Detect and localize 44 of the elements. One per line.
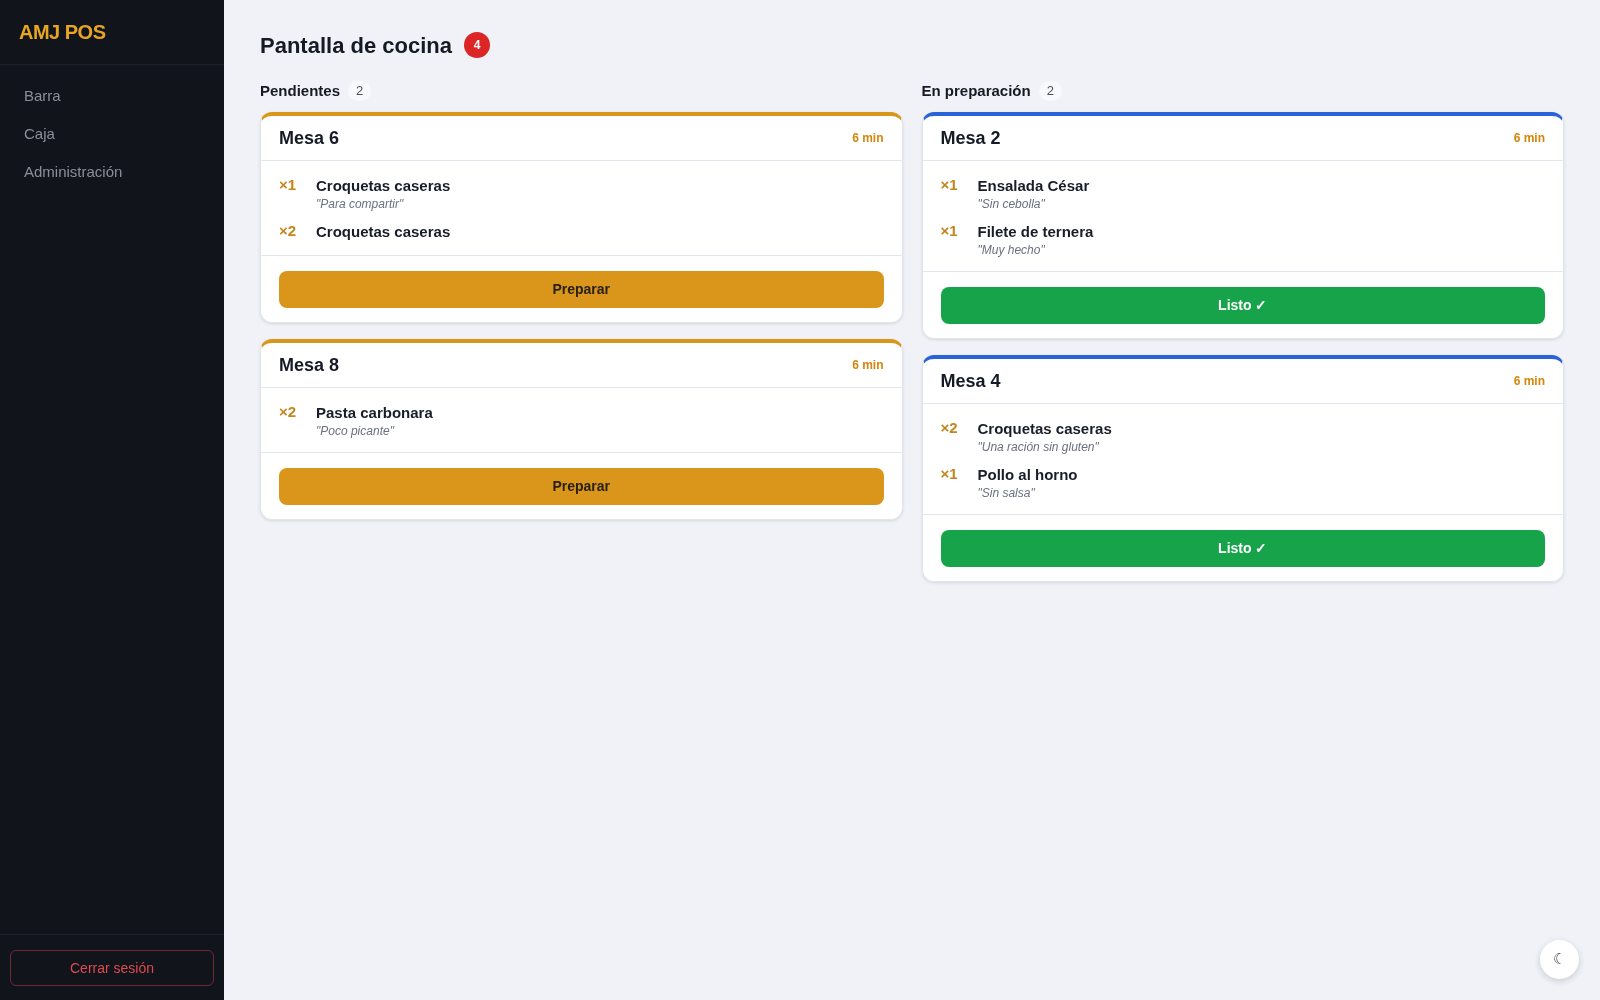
item-quantity: ×2 — [940, 419, 959, 437]
item-note: "Para compartir" — [316, 196, 405, 212]
column-title: Pendientes — [260, 80, 341, 101]
count-badge: 4 — [463, 32, 490, 58]
elapsed-time: 6 min — [1513, 373, 1545, 390]
nav-link[interactable]: Administración — [0, 153, 147, 191]
item-quantity: ×1 — [940, 465, 959, 483]
column-count: 2 — [348, 81, 372, 101]
nav-link[interactable]: Caja — [0, 115, 79, 153]
item-quantity: ×2 — [279, 403, 298, 421]
logout-button[interactable]: Cerrar sesión — [10, 950, 214, 986]
table-name: Mesa 4 — [940, 369, 1001, 393]
item-name: Pollo al horno — [977, 465, 1078, 485]
item-name: Croquetas caseras — [316, 222, 451, 242]
page-title: Pantalla de cocina — [260, 31, 452, 60]
action-button[interactable]: Listo ✓ — [940, 530, 1545, 567]
column-title: En preparación — [921, 80, 1031, 101]
nav-link[interactable]: Barra — [0, 77, 85, 115]
elapsed-time: 6 min — [852, 130, 884, 147]
action-button[interactable]: Preparar — [279, 271, 884, 308]
item-note: "Poco picante" — [316, 423, 396, 439]
item-name: Filete de ternera — [977, 222, 1094, 242]
item-quantity: ×1 — [279, 176, 298, 194]
item-quantity: ×1 — [940, 222, 959, 240]
item-note: "Muy hecho" — [977, 242, 1046, 258]
item-quantity: ×2 — [279, 222, 298, 240]
table-name: Mesa 6 — [279, 126, 340, 150]
action-button[interactable]: Listo ✓ — [940, 287, 1545, 324]
column-count: 2 — [1038, 81, 1062, 101]
item-name: Pasta carbonara — [316, 403, 433, 423]
action-button[interactable]: Preparar — [279, 468, 884, 505]
item-note: "Una ración sin gluten" — [977, 439, 1100, 455]
item-name: Ensalada César — [977, 176, 1090, 196]
item-note: "Sin cebolla" — [977, 196, 1046, 212]
item-name: Croquetas caseras — [977, 419, 1112, 439]
table-name: Mesa 2 — [940, 126, 1001, 150]
elapsed-time: 6 min — [1513, 130, 1545, 147]
elapsed-time: 6 min — [852, 357, 884, 374]
app-logo: AMJ POS — [19, 20, 106, 45]
theme-toggle-button[interactable]: ☾ — [1540, 940, 1579, 979]
item-name: Croquetas caseras — [316, 176, 451, 196]
table-name: Mesa 8 — [279, 353, 340, 377]
item-note: "Sin salsa" — [977, 485, 1036, 501]
item-quantity: ×1 — [940, 176, 959, 194]
